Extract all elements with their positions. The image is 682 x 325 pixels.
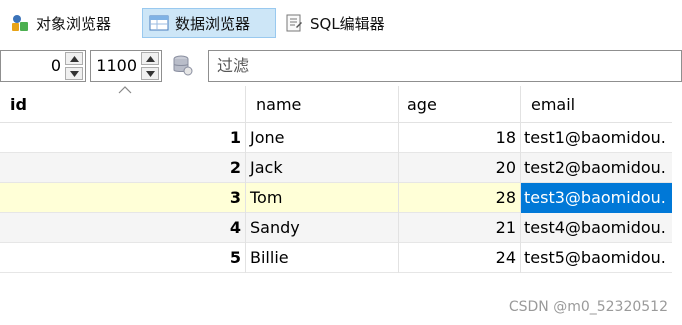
sql-editor-label: SQL编辑器 bbox=[310, 14, 385, 33]
cell-name[interactable]: Tom bbox=[246, 183, 399, 213]
table-row[interactable]: 2 Jack 20 test2@baomidou. bbox=[0, 153, 672, 183]
sql-editor-icon bbox=[284, 13, 304, 33]
limit-spinner[interactable]: 1100 bbox=[90, 50, 162, 82]
cell-email[interactable]: test2@baomidou. bbox=[521, 153, 672, 183]
filter-placeholder: 过滤 bbox=[217, 56, 250, 75]
cell-id[interactable]: 2 bbox=[0, 153, 246, 183]
offset-down-button[interactable] bbox=[65, 67, 83, 80]
table-row[interactable]: 4 Sandy 21 test4@baomidou. bbox=[0, 213, 672, 243]
limit-value[interactable]: 1100 bbox=[96, 51, 137, 81]
limit-down-button[interactable] bbox=[141, 67, 159, 80]
column-header-name[interactable]: name bbox=[246, 86, 399, 122]
cell-name[interactable]: Jack bbox=[246, 153, 399, 183]
filter-input[interactable]: 过滤 bbox=[208, 50, 682, 82]
arrow-down-icon bbox=[70, 71, 79, 77]
table-row[interactable]: 1 Jone 18 test1@baomidou. bbox=[0, 123, 672, 153]
cell-name[interactable]: Sandy bbox=[246, 213, 399, 243]
object-browser-button[interactable]: 对象浏览器 bbox=[10, 8, 136, 38]
object-browser-label: 对象浏览器 bbox=[36, 14, 112, 33]
offset-value[interactable]: 0 bbox=[51, 51, 61, 81]
data-browser-button[interactable]: 数据浏览器 bbox=[142, 8, 276, 38]
navigator-bar: 0 1100 过滤 bbox=[0, 48, 682, 86]
data-browser-icon bbox=[149, 13, 169, 33]
cell-age[interactable]: 18 bbox=[399, 123, 521, 153]
cell-age[interactable]: 24 bbox=[399, 243, 521, 273]
cell-name[interactable]: Jone bbox=[246, 123, 399, 153]
column-header-id[interactable]: id bbox=[0, 86, 246, 122]
cell-email[interactable]: test5@baomidou. bbox=[521, 243, 672, 273]
cell-age[interactable]: 21 bbox=[399, 213, 521, 243]
cell-id[interactable]: 3 bbox=[0, 183, 246, 213]
cell-id[interactable]: 4 bbox=[0, 213, 246, 243]
grid-header: id name age email bbox=[0, 86, 672, 123]
data-grid: id name age email 1 Jone 18 test1@baomid… bbox=[0, 86, 672, 273]
arrow-up-icon bbox=[146, 56, 155, 62]
toolbar: 对象浏览器 数据浏览器 SQL编辑器 bbox=[0, 0, 682, 44]
cell-age[interactable]: 20 bbox=[399, 153, 521, 183]
database-icon[interactable] bbox=[170, 54, 194, 78]
cell-id[interactable]: 5 bbox=[0, 243, 246, 273]
cell-id[interactable]: 1 bbox=[0, 123, 246, 153]
watermark: CSDN @m0_52320512 bbox=[508, 299, 668, 315]
object-browser-icon bbox=[10, 13, 30, 33]
arrow-up-icon bbox=[70, 56, 79, 62]
column-header-email[interactable]: email bbox=[521, 86, 672, 122]
table-row[interactable]: 5 Billie 24 test5@baomidou. bbox=[0, 243, 672, 273]
cell-email[interactable]: test1@baomidou. bbox=[521, 123, 672, 153]
arrow-down-icon bbox=[146, 71, 155, 77]
table-row-selected[interactable]: 3 Tom 28 test3@baomidou. bbox=[0, 183, 672, 213]
cell-email-selected[interactable]: test3@baomidou. bbox=[521, 183, 672, 213]
offset-up-button[interactable] bbox=[65, 52, 83, 65]
limit-up-button[interactable] bbox=[141, 52, 159, 65]
cell-age[interactable]: 28 bbox=[399, 183, 521, 213]
sql-editor-button[interactable]: SQL编辑器 bbox=[284, 8, 414, 38]
cell-name[interactable]: Billie bbox=[246, 243, 399, 273]
data-browser-label: 数据浏览器 bbox=[175, 14, 251, 33]
offset-spinner[interactable]: 0 bbox=[0, 50, 86, 82]
column-header-age[interactable]: age bbox=[399, 86, 521, 122]
cell-email[interactable]: test4@baomidou. bbox=[521, 213, 672, 243]
